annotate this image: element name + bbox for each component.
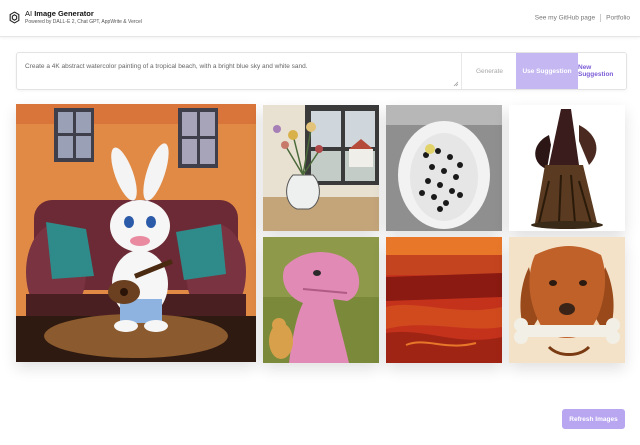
flowers-vase-image	[263, 105, 379, 231]
red-desert-image	[386, 237, 502, 363]
header-nav: See my GitHub page Portfolio	[535, 14, 630, 22]
gallery-image-bunny-playing-guitar[interactable]	[16, 104, 256, 362]
bathtub-hearts-image	[386, 105, 502, 231]
gallery-image-bathtub-hearts[interactable]	[386, 105, 502, 231]
gallery-image-pink-dinosaur[interactable]	[263, 237, 379, 363]
brand: AI Image Generator Powered by DALL-E 2, …	[25, 9, 142, 25]
refresh-images-button[interactable]: Refresh Images	[562, 409, 625, 429]
new-suggestion-button[interactable]: New Suggestion	[578, 53, 626, 89]
app-title: AI Image Generator	[25, 9, 94, 18]
gallery-image-red-desert[interactable]	[386, 237, 502, 363]
app-subtitle: Powered by DALL-E 2, Chat GPT, AppWrite …	[25, 19, 142, 25]
gallery-image-witch-broom[interactable]	[509, 105, 625, 231]
nav-divider	[600, 14, 602, 22]
witch-broom-image	[509, 105, 625, 231]
github-link[interactable]: See my GitHub page	[535, 15, 595, 22]
app-header: AI Image Generator Powered by DALL-E 2, …	[0, 0, 640, 37]
openai-logo-icon	[9, 11, 20, 24]
gallery-image-flowers-vase[interactable]	[263, 105, 379, 231]
prompt-bar: Create a 4K abstract watercolor painting…	[16, 52, 627, 90]
use-suggestion-button[interactable]: Use Suggestion	[516, 53, 578, 89]
pink-dinosaur-image	[263, 237, 379, 363]
prompt-input[interactable]: Create a 4K abstract watercolor painting…	[17, 53, 456, 89]
generate-button[interactable]: Generate	[461, 53, 517, 89]
gallery-image-dog-bone[interactable]	[509, 237, 625, 363]
resize-grip-icon[interactable]	[453, 81, 459, 87]
portfolio-link[interactable]: Portfolio	[606, 15, 630, 22]
bunny-guitar-image	[16, 104, 256, 362]
dog-bone-image	[509, 237, 625, 363]
